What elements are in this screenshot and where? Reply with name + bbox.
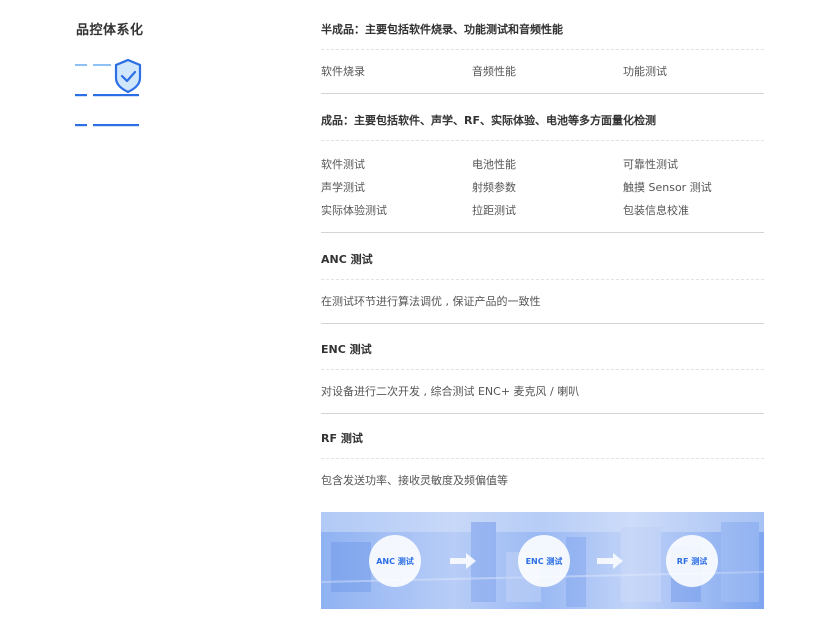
finished-item: 声学测试 [321,181,365,194]
finished-item: 实际体验测试 [321,204,387,217]
divider [321,232,764,233]
divider [321,49,764,50]
testing-lab-banner: ANC 测试 ENC 测试 RF 测试 [321,512,764,609]
divider [321,93,764,94]
divider [321,140,764,141]
divider [321,458,764,459]
finished-item: 电池性能 [472,158,516,171]
divider [321,413,764,414]
semi-item: 音频性能 [472,65,516,78]
anc-title: ANC 测试 [321,253,373,266]
finished-item: 拉距测试 [472,204,516,217]
finished-item: 触摸 Sensor 测试 [623,181,712,194]
enc-description: 对设备进行二次开发 , 综合测试 ENC+ 麦克风 / 喇叭 [321,385,580,398]
divider [321,279,764,280]
arrow-right-icon [597,553,623,569]
semi-title: 半成品：主要包括软件烧录、功能测试和音频性能 [321,23,563,36]
enc-title: ENC 测试 [321,343,372,356]
divider [321,323,764,324]
banner-label-rf: RF 测试 [666,535,718,587]
finished-item: 射频参数 [472,181,516,194]
finished-item: 软件测试 [321,158,365,171]
finished-item: 包装信息校准 [623,204,689,217]
arrow-right-icon [450,553,476,569]
banner-label-anc: ANC 测试 [369,535,421,587]
finished-item: 可靠性测试 [623,158,678,171]
rf-description: 包含发送功率、接收灵敏度及频偏值等 [321,474,508,487]
rf-title: RF 测试 [321,432,363,445]
semi-item: 软件烧录 [321,65,365,78]
divider [321,369,764,370]
anc-description: 在测试环节进行算法调优 , 保证产品的一致性 [321,295,541,308]
section-title: 品控体系化 [76,23,144,38]
finished-title: 成品：主要包括软件、声学、RF、实际体验、电池等多方面量化检测 [321,114,656,127]
banner-label-enc: ENC 测试 [518,535,570,587]
quality-shield-icon [75,58,142,127]
semi-item: 功能测试 [623,65,667,78]
